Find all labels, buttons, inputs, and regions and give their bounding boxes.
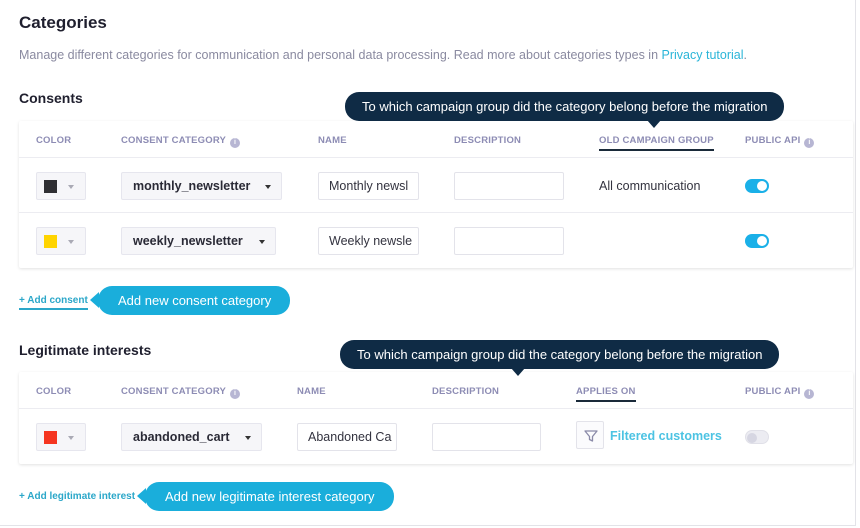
old-campaign-group-value: All communication (599, 179, 701, 193)
col-public-api: PUBLIC API i (745, 135, 815, 148)
toggle-knob (747, 433, 757, 443)
add-legitimate-interest-callout: Add new legitimate interest category (137, 482, 394, 511)
consent-category-select[interactable]: abandoned_cart (121, 423, 262, 451)
consent-category-select[interactable]: monthly_newsletter (121, 172, 282, 200)
color-swatch (44, 431, 57, 444)
color-swatch (44, 235, 57, 248)
info-icon[interactable]: i (804, 389, 815, 399)
col-color: COLOR (36, 135, 72, 146)
color-picker[interactable] (36, 423, 86, 451)
legitimate-interests-table: COLOR CONSENT CATEGORY i NAME DESCRIPTION… (19, 372, 853, 464)
color-swatch (44, 180, 57, 193)
table-header: COLOR CONSENT CATEGORY i NAME DESCRIPTION… (19, 372, 853, 409)
public-api-toggle[interactable] (745, 179, 769, 193)
name-input[interactable]: Monthly newsl (318, 172, 419, 200)
caret-down-icon (259, 240, 265, 244)
info-icon[interactable]: i (804, 138, 815, 148)
page-description: Manage different categories for communic… (19, 48, 747, 62)
old-campaign-group-tooltip: To which campaign group did the category… (345, 92, 785, 128)
legitimate-interests-title: Legitimate interests (19, 342, 152, 358)
col-description: DESCRIPTION (432, 386, 500, 397)
filter-icon (584, 430, 598, 442)
name-input[interactable]: Abandoned Ca (297, 423, 397, 451)
caret-down-icon (265, 185, 271, 189)
applies-on-tooltip: To which campaign group did the category… (340, 340, 780, 376)
description-input[interactable] (454, 227, 564, 255)
col-description: DESCRIPTION (454, 135, 522, 146)
add-legitimate-interest-link[interactable]: + Add legitimate interest (19, 491, 135, 502)
description-input[interactable] (454, 172, 564, 200)
consents-title: Consents (19, 90, 83, 106)
col-applies-on: APPLIES ON (576, 386, 636, 402)
filtered-customers-link[interactable]: Filtered customers (610, 429, 722, 443)
col-name: NAME (318, 135, 347, 146)
public-api-toggle[interactable] (745, 430, 769, 444)
caret-down-icon (245, 436, 251, 440)
color-picker[interactable] (36, 227, 86, 255)
filter-button[interactable] (576, 421, 604, 449)
add-consent-link[interactable]: + Add consent (19, 295, 88, 310)
info-icon[interactable]: i (230, 389, 241, 399)
table-row: weekly_newsletter Weekly newsle (19, 213, 853, 268)
color-picker[interactable] (36, 172, 86, 200)
consents-table: COLOR CONSENT CATEGORY i NAME DESCRIPTION… (19, 121, 853, 268)
col-consent-category: CONSENT CATEGORY i (121, 386, 241, 399)
toggle-knob (757, 236, 767, 246)
privacy-tutorial-link[interactable]: Privacy tutorial (662, 48, 744, 62)
col-public-api: PUBLIC API i (745, 386, 815, 399)
info-icon[interactable]: i (230, 138, 241, 148)
public-api-toggle[interactable] (745, 234, 769, 248)
col-consent-category: CONSENT CATEGORY i (121, 135, 241, 148)
col-old-campaign-group: OLD CAMPAIGN GROUP (599, 135, 714, 151)
caret-down-icon (68, 185, 74, 189)
toggle-knob (757, 181, 767, 191)
table-row: abandoned_cart Abandoned Ca Filtered cus… (19, 409, 853, 464)
add-consent-callout: Add new consent category (89, 286, 291, 315)
caret-down-icon (68, 436, 74, 440)
page-title: Categories (19, 13, 107, 32)
col-name: NAME (297, 386, 326, 397)
caret-down-icon (68, 240, 74, 244)
table-header: COLOR CONSENT CATEGORY i NAME DESCRIPTION… (19, 121, 853, 158)
col-color: COLOR (36, 386, 72, 397)
consent-category-select[interactable]: weekly_newsletter (121, 227, 276, 255)
name-input[interactable]: Weekly newsle (318, 227, 419, 255)
description-input[interactable] (432, 423, 541, 451)
table-row: monthly_newsletter Monthly newsl All com… (19, 158, 853, 213)
